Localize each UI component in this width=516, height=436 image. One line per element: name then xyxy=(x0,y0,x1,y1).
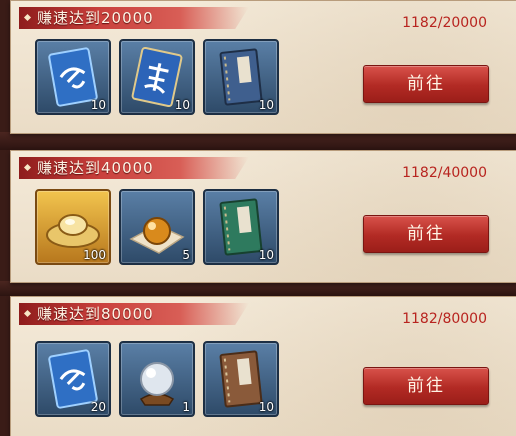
reward-count: 1 xyxy=(182,400,190,414)
task-progress: 1182/20000 xyxy=(402,15,487,31)
reward-item[interactable]: 10 xyxy=(35,39,111,115)
task-title: 赚速达到20000 xyxy=(37,9,154,27)
reward-count: 10 xyxy=(258,400,274,414)
reward-item[interactable]: 10 xyxy=(203,189,279,265)
diamond-bullet-icon xyxy=(23,163,32,172)
reward-item[interactable]: 5 xyxy=(119,189,195,265)
task-panel: 赚速达到40000 1182/40000 100 5 10 前往 xyxy=(10,150,516,283)
goto-button[interactable]: 前往 xyxy=(363,215,489,253)
reward-count: 100 xyxy=(83,248,106,262)
goto-button[interactable]: 前往 xyxy=(363,367,489,405)
diamond-bullet-icon xyxy=(23,309,32,318)
task-title: 赚速达到80000 xyxy=(37,305,154,323)
reward-count: 20 xyxy=(90,400,106,414)
task-title: 赚速达到40000 xyxy=(37,159,154,177)
task-progress: 1182/40000 xyxy=(402,165,487,181)
reward-item[interactable]: 1 xyxy=(119,341,195,417)
task-title-banner: 赚速达到20000 xyxy=(19,7,249,29)
goto-button[interactable]: 前往 xyxy=(363,65,489,103)
reward-count: 10 xyxy=(258,98,274,112)
reward-count: 10 xyxy=(258,248,274,262)
task-panel: 赚速达到80000 1182/80000 20 1 10 前往 xyxy=(10,296,516,436)
reward-item[interactable]: 10 xyxy=(203,341,279,417)
background-strip xyxy=(0,132,516,150)
reward-count: 5 xyxy=(182,248,190,262)
reward-item[interactable]: 10 xyxy=(203,39,279,115)
task-progress: 1182/80000 xyxy=(402,311,487,327)
reward-item[interactable]: 100 xyxy=(35,189,111,265)
reward-count: 10 xyxy=(90,98,106,112)
diamond-bullet-icon xyxy=(23,13,32,22)
task-panel: 赚速达到20000 1182/20000 10 10 10 前往 xyxy=(10,0,516,134)
reward-count: 10 xyxy=(174,98,190,112)
reward-item[interactable]: 20 xyxy=(35,341,111,417)
background-strip xyxy=(0,281,516,296)
task-title-banner: 赚速达到80000 xyxy=(19,303,249,325)
task-title-banner: 赚速达到40000 xyxy=(19,157,249,179)
reward-item[interactable]: 10 xyxy=(119,39,195,115)
